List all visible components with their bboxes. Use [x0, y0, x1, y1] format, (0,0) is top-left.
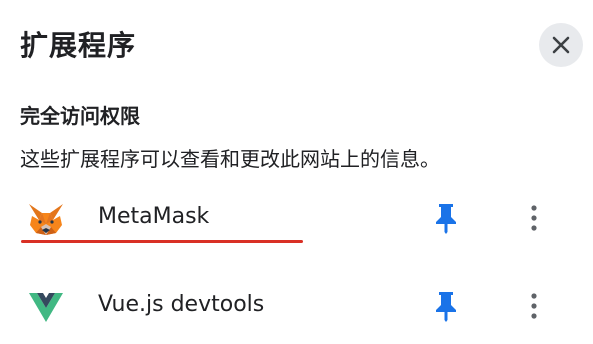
metamask-fox-icon: [29, 204, 63, 235]
more-vert-icon: [531, 293, 537, 319]
close-button[interactable]: [539, 23, 583, 67]
more-vert-icon: [531, 205, 537, 231]
extensions-panel: 扩展程序 完全访问权限 这些扩展程序可以查看和更改此网站上的信息。 MetaMa…: [0, 0, 593, 344]
pin-button[interactable]: [427, 198, 465, 238]
pin-icon: [436, 292, 456, 322]
extension-name: MetaMask: [98, 204, 210, 229]
extension-row-vue-devtools[interactable]: Vue.js devtools: [0, 276, 593, 336]
extension-row-metamask[interactable]: MetaMask: [0, 188, 593, 248]
full-access-description: 这些扩展程序可以查看和更改此网站上的信息。: [20, 147, 440, 171]
more-options-button[interactable]: [517, 198, 551, 238]
extension-name: Vue.js devtools: [98, 292, 265, 317]
pin-button[interactable]: [427, 286, 465, 326]
close-icon: [552, 36, 570, 54]
more-options-button[interactable]: [517, 286, 551, 326]
full-access-heading: 完全访问权限: [20, 104, 140, 128]
vue-logo-icon: [29, 293, 63, 322]
pin-icon: [436, 204, 456, 234]
red-underline-annotation: [21, 240, 303, 243]
panel-title: 扩展程序: [20, 29, 137, 62]
